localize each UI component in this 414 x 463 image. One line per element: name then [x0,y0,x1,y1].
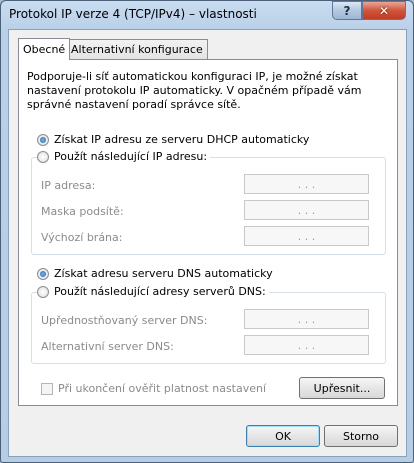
close-button[interactable]: ✕ [362,1,406,20]
validate-settings-checkbox[interactable] [41,382,53,395]
radio-ip-manual-indicator[interactable] [37,150,49,163]
ip-address-label: IP adresa: [41,179,96,192]
general-tab-panel: Podporuje-li síť automatickou konfigurac… [18,59,398,406]
advanced-button[interactable]: Upřesnit... [299,377,385,399]
tab-general[interactable]: Obecné [18,38,71,60]
alternate-dns-field[interactable]: . . . [244,335,369,355]
radio-dns-manual-label: Použít následující adresy serverů DNS: [54,285,266,298]
subnet-mask-label: Maska podsítě: [41,205,124,218]
default-gateway-field[interactable]: . . . [244,226,369,246]
ok-button[interactable]: OK [246,425,320,447]
radio-dns-auto-label: Získat adresu serveru DNS automaticky [54,267,273,280]
validate-settings-label: Při ukončení ověřit platnost nastavení [58,382,267,395]
radio-ip-manual[interactable]: Použít následující IP adresu: [37,150,211,163]
ip-address-field[interactable]: . . . [244,174,369,194]
default-gateway-label: Výchozí brána: [41,231,123,244]
validate-settings-option[interactable]: Při ukončení ověřit platnost nastavení [41,382,266,395]
title-bar[interactable]: Protokol IP verze 4 (TCP/IPv4) – vlastno… [1,1,413,27]
radio-dns-auto[interactable]: Získat adresu serveru DNS automaticky [37,267,273,280]
radio-dns-manual[interactable]: Použít následující adresy serverů DNS: [37,285,269,298]
dialog-window: Protokol IP verze 4 (TCP/IPv4) – vlastno… [0,0,414,463]
tab-alternative-configuration[interactable]: Alternativní konfigurace [66,39,208,59]
preferred-dns-label: Upřednostňovaný server DNS: [41,314,208,327]
help-button[interactable]: ? [332,1,362,20]
radio-dns-manual-indicator[interactable] [37,285,49,298]
radio-dns-auto-indicator[interactable] [37,267,49,280]
help-icon: ? [343,3,351,18]
radio-ip-auto-indicator[interactable] [37,133,49,146]
radio-ip-auto-label: Získat IP adresu ze serveru DHCP automat… [54,133,310,146]
radio-ip-auto[interactable]: Získat IP adresu ze serveru DHCP automat… [37,133,309,146]
window-title: Protokol IP verze 4 (TCP/IPv4) – vlastno… [9,7,257,21]
intro-text: Podporuje-li síť automatickou konfigurac… [27,70,362,111]
subnet-mask-field[interactable]: . . . [244,200,369,220]
preferred-dns-field[interactable]: . . . [244,309,369,329]
alternate-dns-label: Alternativní server DNS: [41,340,174,353]
cancel-button[interactable]: Storno [324,425,398,447]
radio-ip-manual-label: Použít následující IP adresu: [54,150,208,163]
dialog-client-area: Obecné Alternativní konfigurace Podporuj… [8,29,407,457]
close-icon: ✕ [378,3,390,18]
